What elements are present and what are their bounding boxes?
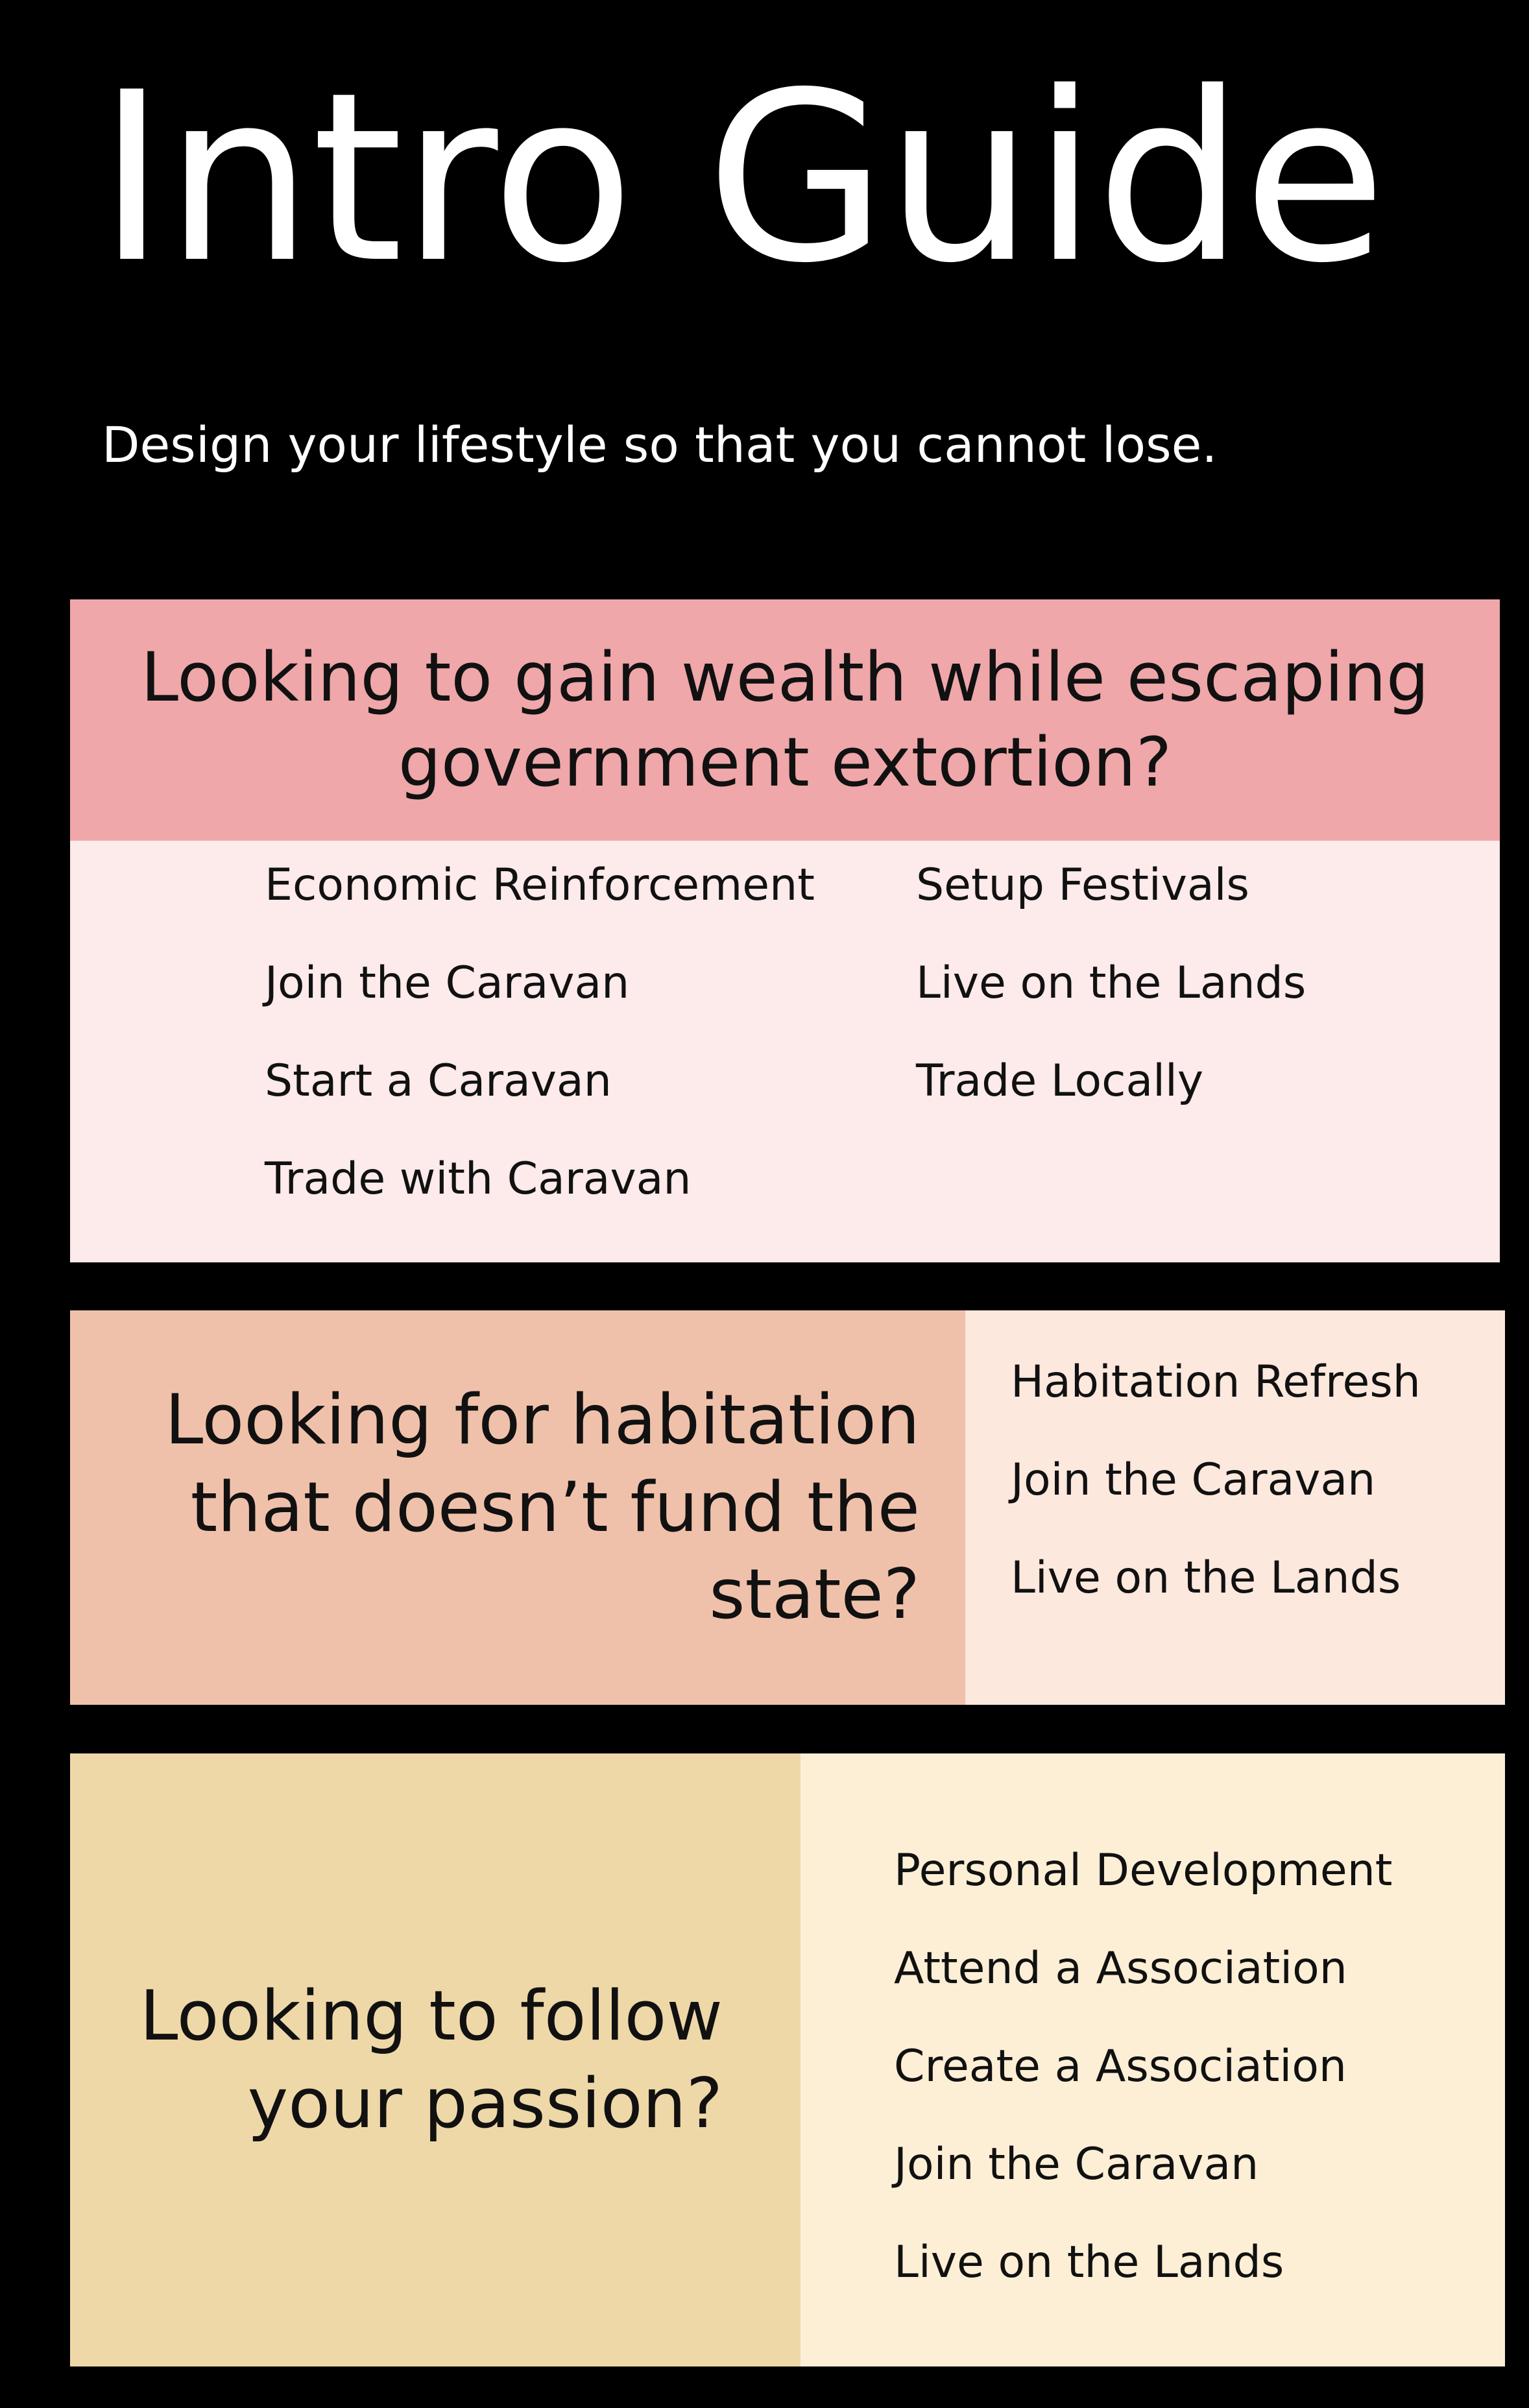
option-attend-a-association[interactable]: Attend a Association (894, 1942, 1392, 2040)
habitation-options: Habitation Refresh Join the Caravan Live… (1011, 1356, 1421, 1650)
habitation-question: Looking for habitation that doesn’t fund… (165, 1380, 920, 1635)
option-live-on-the-lands[interactable]: Live on the Lands (894, 2236, 1392, 2334)
option-join-the-caravan[interactable]: Join the Caravan (894, 2138, 1392, 2236)
option-trade-with-caravan[interactable]: Trade with Caravan (265, 1153, 916, 1251)
option-personal-development[interactable]: Personal Development (894, 1844, 1392, 1942)
passion-options: Personal Development Attend a Associatio… (894, 1844, 1392, 2334)
habitation-card: Looking for habitation that doesn’t fund… (70, 1310, 1505, 1705)
option-trade-locally[interactable]: Trade Locally (916, 1055, 1432, 1153)
option-join-the-caravan[interactable]: Join the Caravan (1011, 1454, 1421, 1552)
option-start-a-caravan[interactable]: Start a Caravan (265, 1055, 916, 1153)
option-economic-reinforcement[interactable]: Economic Reinforcement (265, 859, 916, 957)
option-join-the-caravan[interactable]: Join the Caravan (265, 957, 916, 1055)
option-setup-festivals[interactable]: Setup Festivals (916, 859, 1432, 957)
option-create-a-association[interactable]: Create a Association (894, 2040, 1392, 2138)
wealth-card-header: Looking to gain wealth while escaping go… (70, 599, 1500, 841)
page-subtitle: Design your lifestyle so that you cannot… (102, 416, 1218, 474)
wealth-card: Looking to gain wealth while escaping go… (70, 599, 1500, 1262)
passion-card: Looking to follow your passion? Personal… (70, 1753, 1505, 2366)
habitation-card-header: Looking for habitation that doesn’t fund… (70, 1310, 965, 1705)
passion-card-header: Looking to follow your passion? (70, 1753, 801, 2366)
option-live-on-the-lands[interactable]: Live on the Lands (916, 957, 1432, 1055)
passion-question: Looking to follow your passion? (139, 1975, 723, 2143)
wealth-question: Looking to gain wealth while escaping go… (141, 637, 1429, 802)
page-title: Intro Guide (97, 42, 1386, 314)
option-habitation-refresh[interactable]: Habitation Refresh (1011, 1356, 1421, 1454)
option-live-on-the-lands[interactable]: Live on the Lands (1011, 1552, 1421, 1650)
wealth-options: Economic Reinforcement Join the Caravan … (265, 859, 1432, 1251)
